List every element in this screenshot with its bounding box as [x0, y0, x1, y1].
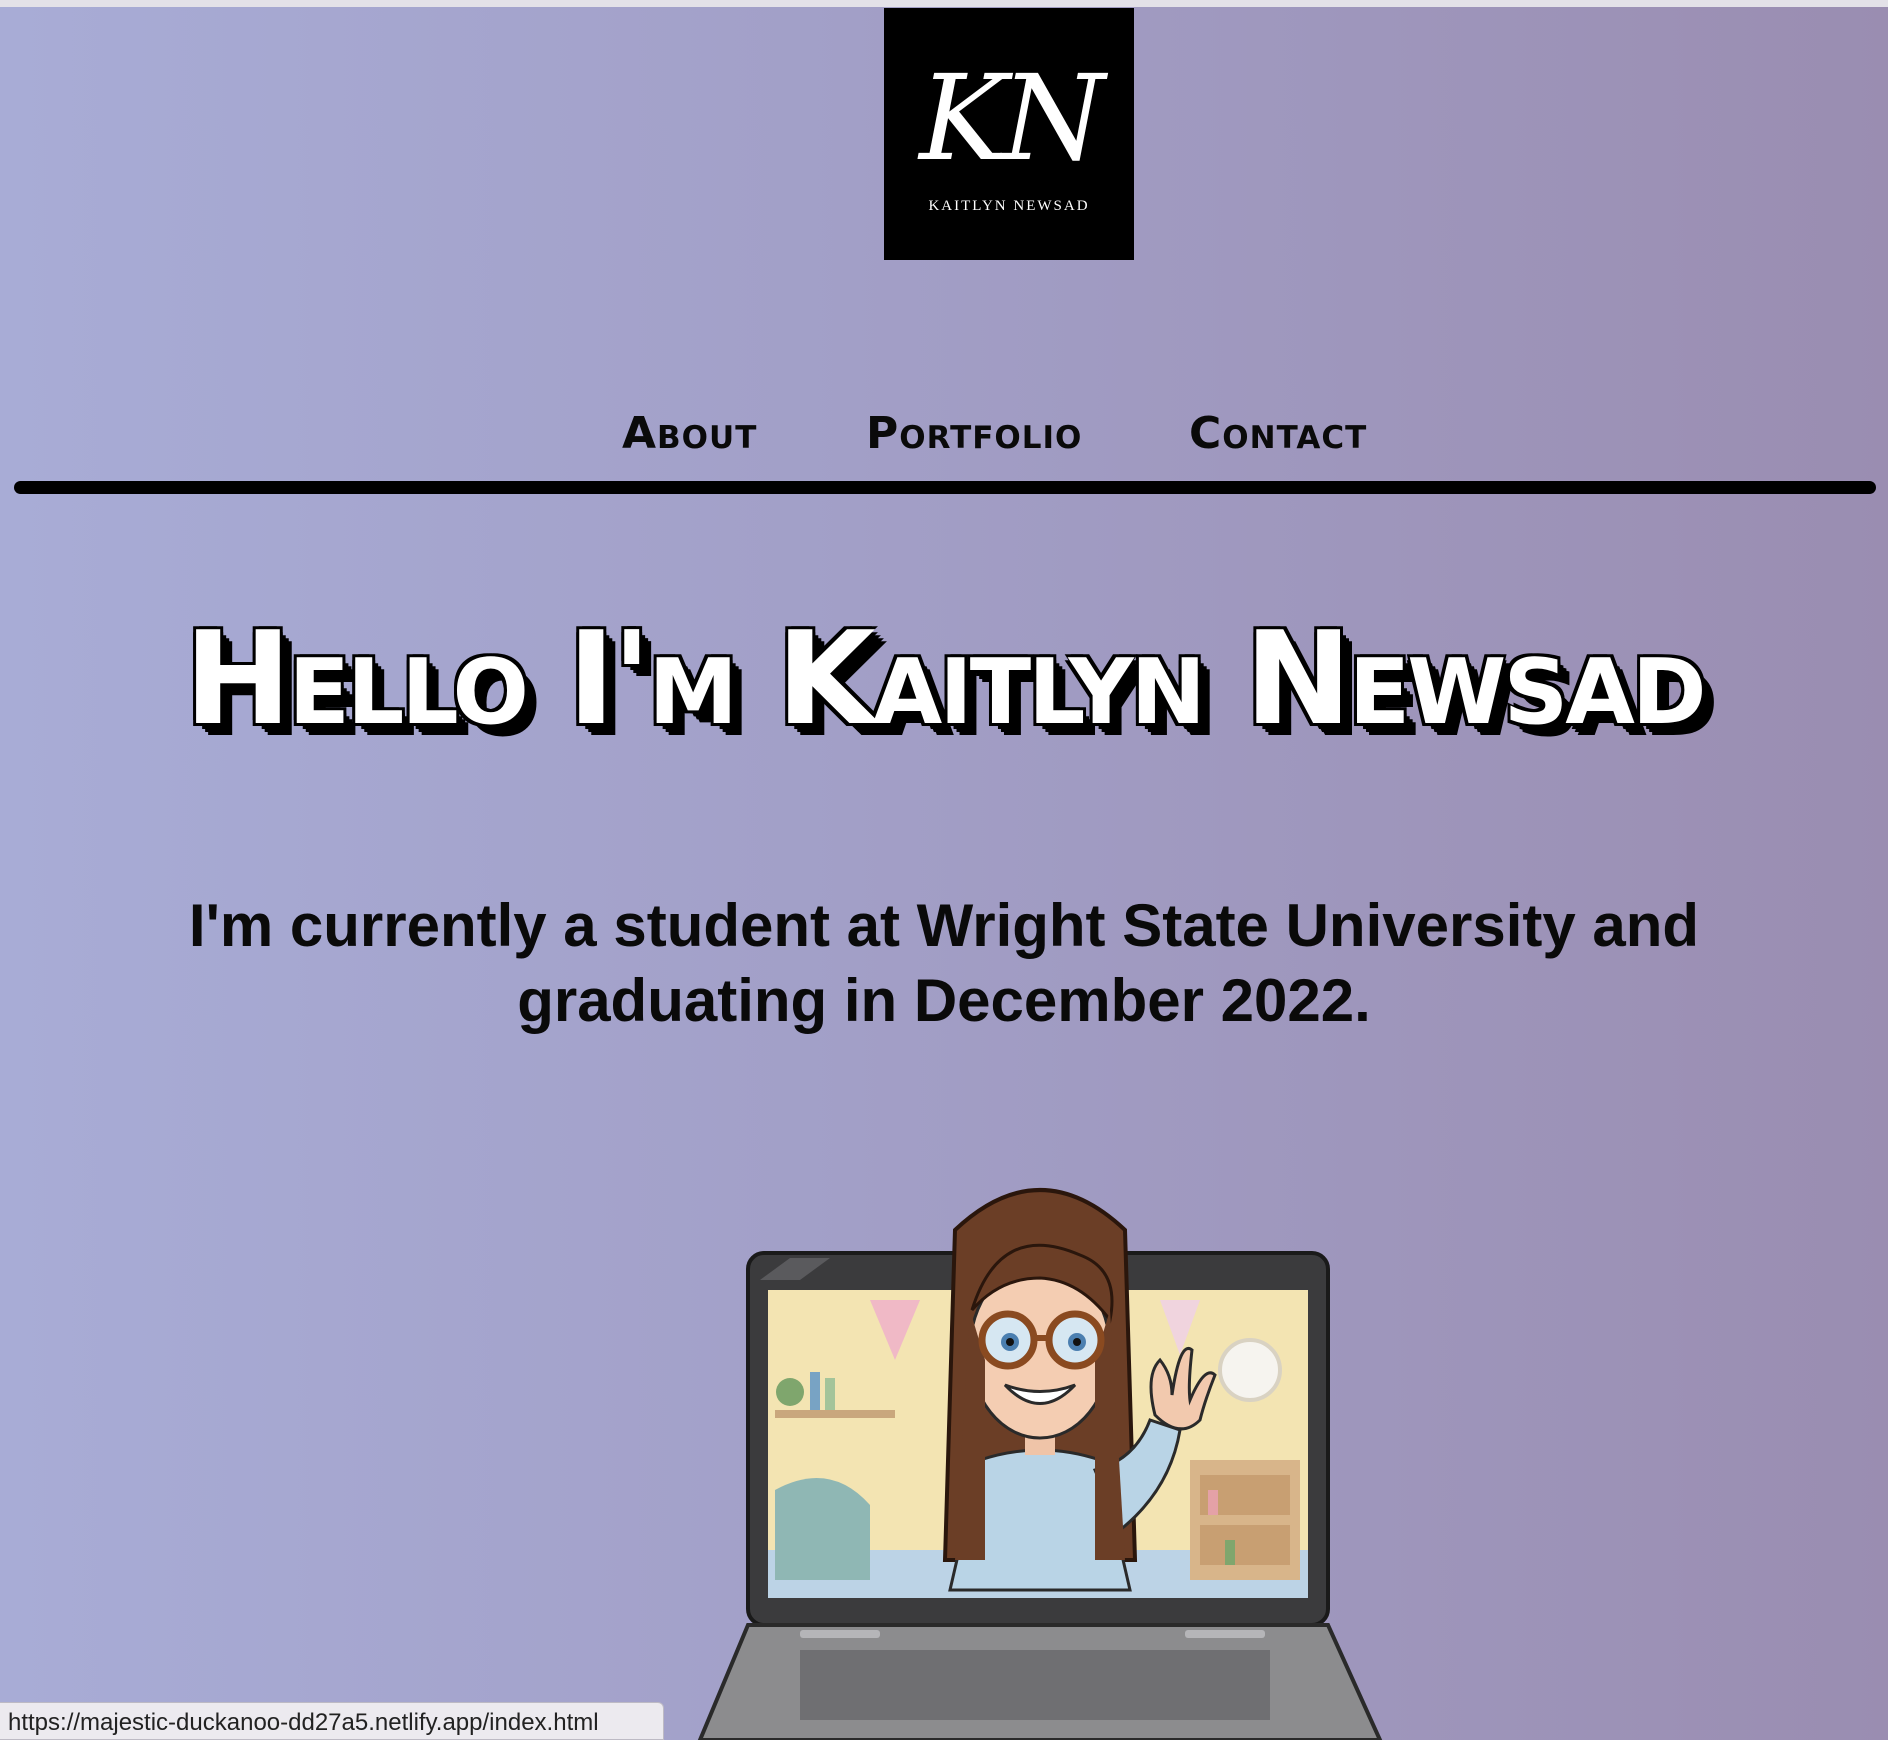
logo-name: KAITLYN NEWSAD — [928, 198, 1090, 214]
intro-line-2: graduating in December 2022. — [517, 967, 1371, 1034]
browser-status-bar: https://majestic-duckanoo-dd27a5.netlify… — [0, 1702, 664, 1740]
nav-about-link[interactable]: About — [622, 408, 757, 459]
nav-portfolio-link[interactable]: Portfolio — [866, 408, 1082, 459]
logo-monogram: KN — [919, 49, 1104, 187]
main-nav: About Portfolio Contact — [0, 408, 1888, 468]
site-logo[interactable]: KN KAITLYN NEWSAD — [884, 8, 1134, 260]
nav-divider — [14, 481, 1876, 494]
nav-contact-link[interactable]: Contact — [1189, 408, 1367, 459]
bitmoji-laptop-illustration — [697, 1188, 1383, 1740]
hero-headline: Hello I'm Kaitlyn Newsad — [184, 605, 1706, 754]
hero-intro: I'm currently a student at Wright State … — [0, 888, 1888, 1038]
intro-line-1: I'm currently a student at Wright State … — [188, 892, 1700, 959]
top-border — [0, 0, 1888, 7]
status-url: https://majestic-duckanoo-dd27a5.netlify… — [8, 1709, 599, 1736]
